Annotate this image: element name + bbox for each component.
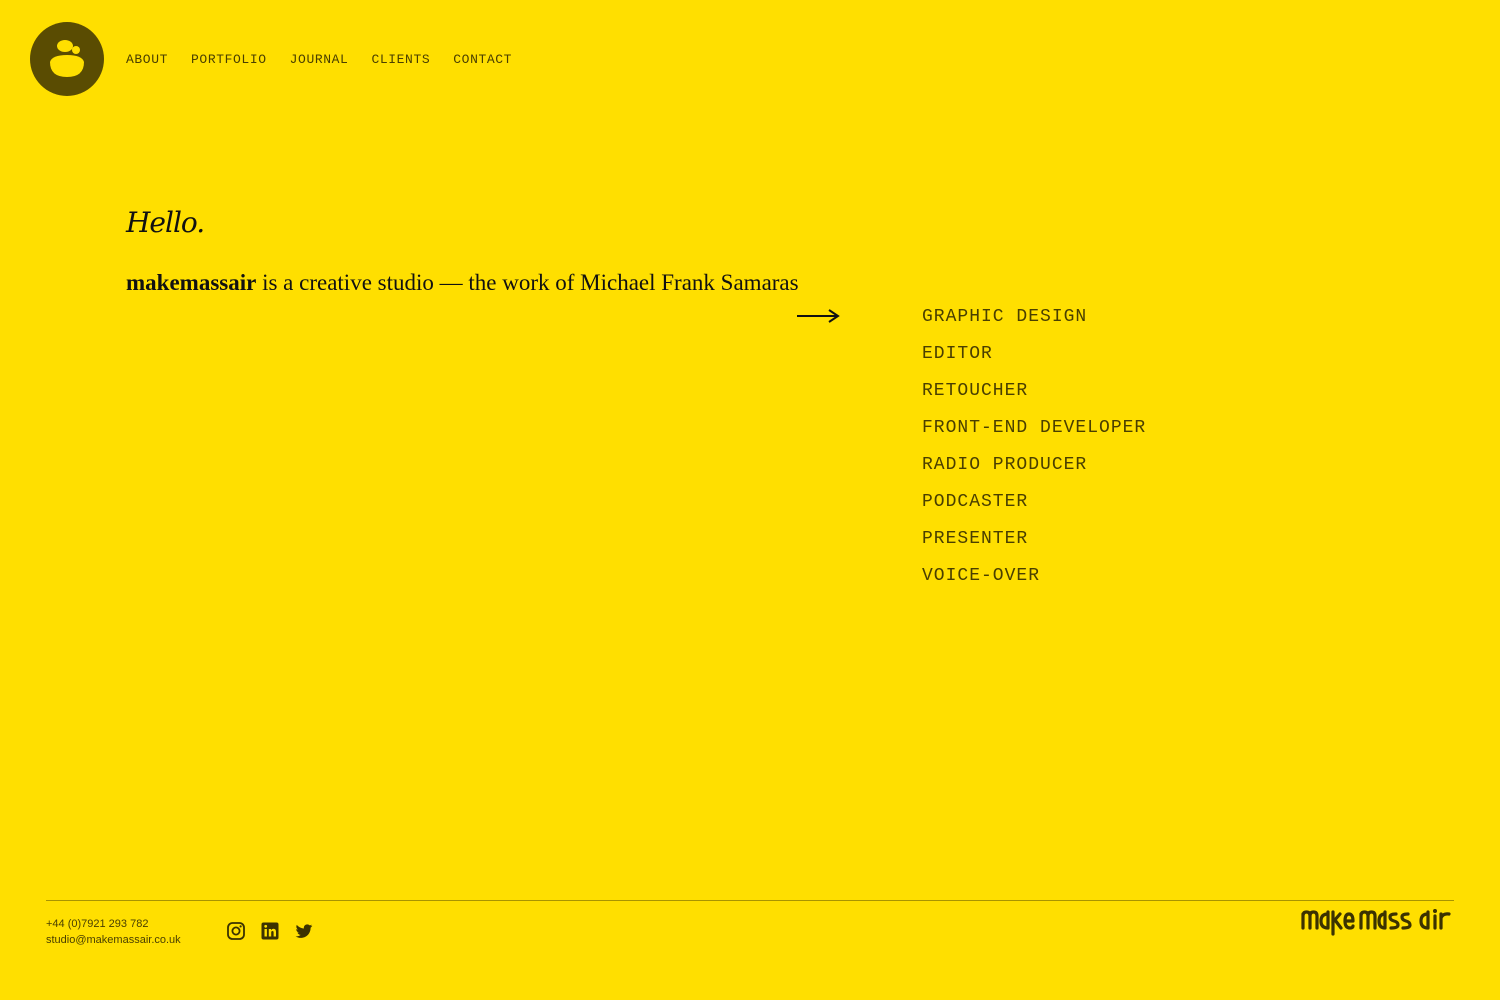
phone-link[interactable]: +44 (0)7921 293 782 <box>46 916 181 932</box>
roles-list: GRAPHIC DESIGN EDITOR RETOUCHER FRONT-EN… <box>922 306 1146 602</box>
logo[interactable] <box>30 22 104 96</box>
nav-clients[interactable]: CLIENTS <box>371 52 430 67</box>
twitter-icon[interactable] <box>294 921 314 941</box>
makemassair-wordmark-logo[interactable] <box>1300 906 1454 940</box>
footer-divider <box>46 900 1454 901</box>
role-item: PODCASTER <box>922 492 1029 512</box>
long-arrow-right-icon <box>797 309 840 323</box>
role-item: RADIO PRODUCER <box>922 455 1088 475</box>
social-links <box>226 921 314 941</box>
brand-name: makemassair <box>126 270 257 295</box>
intro-text: makemassair is a creative studio — the w… <box>126 270 799 296</box>
role-item: RETOUCHER <box>922 381 1029 401</box>
acorn-face-icon <box>50 40 84 77</box>
linkedin-icon[interactable] <box>260 921 280 941</box>
nav-journal[interactable]: JOURNAL <box>290 52 349 67</box>
role-item: VOICE-OVER <box>922 566 1041 586</box>
intro-rest: is a creative studio — the work of Micha… <box>256 270 799 295</box>
role-item: PRESENTER <box>922 529 1029 549</box>
nav-contact[interactable]: CONTACT <box>453 52 512 67</box>
greeting: Hello. <box>126 206 205 239</box>
main-nav: ABOUT PORTFOLIO JOURNAL CLIENTS CONTACT <box>126 52 512 67</box>
email-link[interactable]: studio@makemassair.co.uk <box>46 932 181 948</box>
instagram-icon[interactable] <box>226 921 246 941</box>
nav-about[interactable]: ABOUT <box>126 52 168 67</box>
nav-portfolio[interactable]: PORTFOLIO <box>191 52 267 67</box>
role-item: FRONT-END DEVELOPER <box>922 418 1147 438</box>
role-item: GRAPHIC DESIGN <box>922 307 1088 327</box>
role-item: EDITOR <box>922 344 993 364</box>
footer-contact: +44 (0)7921 293 782 studio@makemassair.c… <box>46 916 181 948</box>
